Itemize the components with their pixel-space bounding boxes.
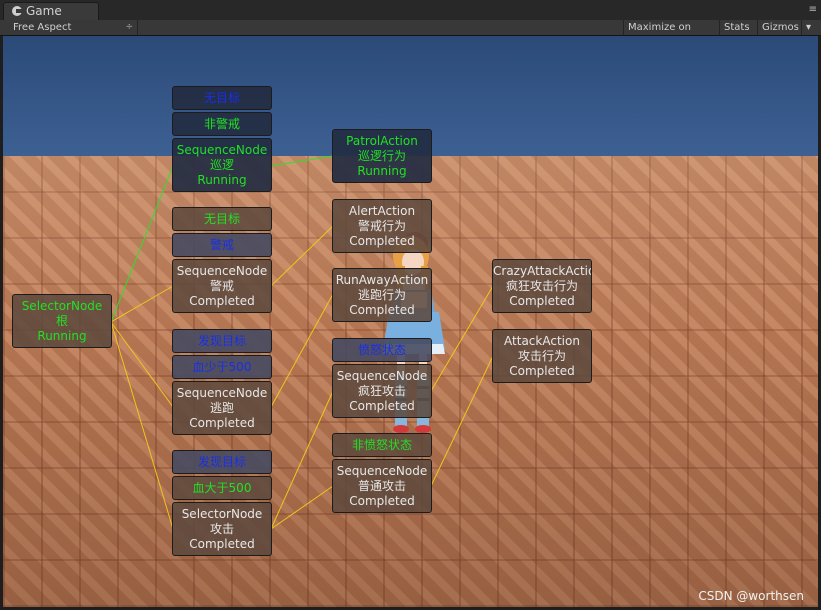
tree-node-cond-no-target-1: 无目标 [172, 86, 272, 110]
tab-menu-icon[interactable]: ≡ [809, 4, 817, 16]
link-root-patrol [110, 165, 174, 323]
link-root-attack [110, 321, 174, 530]
maximize-on-play-button[interactable]: Maximize on Play [623, 20, 719, 48]
node-line: 疯狂攻击 [357, 383, 406, 398]
node-line: 非警戒 [203, 116, 240, 131]
node-line: 血大于500 [192, 480, 252, 495]
node-line: 发现目标 [197, 333, 246, 348]
node-line: Completed [349, 398, 415, 413]
game-toolbar: Free Aspect ÷ Maximize on Play Stats Giz… [0, 20, 821, 48]
node-line: Completed [509, 363, 575, 378]
node-line: 疯狂攻击行为 [505, 278, 578, 293]
editor-tab-bar: Game ≡ [0, 0, 821, 20]
tree-node-seq-alert: SequenceNode 警戒 Completed [172, 259, 272, 313]
tree-node-seq-patrol: SequenceNode 巡逻 Running [172, 138, 272, 192]
gizmos-button[interactable]: Gizmos [757, 20, 801, 35]
node-line: 巡逻 [209, 157, 234, 172]
node-line: 根 [55, 313, 68, 328]
tree-node-cond-rage: 愤怒状态 [332, 338, 432, 362]
tree-node-act-attack: AttackAction 攻击行为 Completed [492, 329, 592, 383]
node-line: RunAwayAction [335, 272, 429, 287]
link-attack-crazy [270, 390, 334, 530]
unity-game-icon [12, 6, 22, 16]
node-line: SelectorNode [181, 506, 263, 521]
node-line: SequenceNode [336, 368, 428, 383]
tree-node-act-patrol: PatrolAction 巡逻行为 Running [332, 129, 432, 183]
node-line: Completed [189, 293, 255, 308]
node-line: SequenceNode [176, 263, 268, 278]
aspect-label: Free Aspect [13, 22, 72, 33]
node-line: 警戒 [209, 237, 234, 252]
tree-node-cond-alert: 警戒 [172, 233, 272, 257]
tree-node-cond-not-alert: 非警戒 [172, 112, 272, 136]
node-line: 警戒行为 [357, 218, 406, 233]
dropdown-arrow-icon: ÷ [125, 22, 133, 32]
node-line: 发现目标 [197, 454, 246, 469]
node-line: SequenceNode [176, 385, 268, 400]
node-line: 逃跑行为 [357, 287, 406, 302]
link-alert-action [270, 225, 334, 287]
tree-node-cond-hp-low: 血少于500 [172, 355, 272, 379]
node-line: Completed [349, 233, 415, 248]
tree-node-cond-found-2: 发现目标 [172, 450, 272, 474]
tree-node-seq-flee: SequenceNode 逃跑 Completed [172, 381, 272, 435]
node-line: 警戒 [209, 278, 234, 293]
tree-node-act-alert: AlertAction 警戒行为 Completed [332, 199, 432, 253]
link-root-flee [110, 321, 174, 408]
node-line: 巡逻行为 [357, 148, 406, 163]
node-line: Completed [189, 536, 255, 551]
node-line: 无目标 [203, 90, 240, 105]
link-root-alert [110, 285, 174, 323]
node-line: 非愤怒状态 [351, 437, 412, 452]
tree-node-cond-no-target-2: 无目标 [172, 207, 272, 231]
watermark: CSDN @worthsen [698, 589, 804, 603]
tab-game-label: Game [26, 4, 62, 18]
node-line: Completed [189, 415, 255, 430]
node-line: Completed [509, 293, 575, 308]
gizmos-dropdown-icon[interactable]: ▾ [801, 20, 817, 35]
node-line: Running [37, 328, 87, 343]
aspect-dropdown[interactable]: Free Aspect ÷ [4, 20, 138, 35]
node-line: 血少于500 [192, 359, 252, 374]
node-line: Completed [349, 493, 415, 508]
node-line: 逃跑 [209, 400, 234, 415]
node-line: CrazyAttackAction [493, 263, 592, 278]
tree-node-seq-crazy: SequenceNode 疯狂攻击 Completed [332, 364, 432, 418]
tree-node-act-crazy: CrazyAttackAction 疯狂攻击行为 Completed [492, 259, 592, 313]
stats-button[interactable]: Stats [719, 20, 757, 35]
tree-node-root: SelectorNode 根 Running [12, 294, 112, 348]
tab-game[interactable]: Game [3, 2, 99, 20]
node-line: 攻击行为 [517, 348, 566, 363]
node-line: AlertAction [348, 203, 416, 218]
node-line: Completed [349, 302, 415, 317]
node-line: PatrolAction [346, 133, 418, 148]
game-viewport[interactable]: SelectorNode 根 Running 无目标 非警戒 SequenceNode 巡逻… [3, 36, 818, 607]
node-line: 无目标 [203, 211, 240, 226]
node-line: SelectorNode [21, 298, 103, 313]
tree-node-sel-attack: SelectorNode 攻击 Completed [172, 502, 272, 556]
node-line: 愤怒状态 [357, 342, 406, 357]
tree-node-seq-normal: SequenceNode 普通攻击 Completed [332, 459, 432, 513]
link-flee-action [270, 293, 334, 408]
link-patrol-action [270, 155, 334, 167]
node-line: 攻击 [209, 521, 234, 536]
tree-node-cond-hp-high: 血大于500 [172, 476, 272, 500]
tree-node-cond-found-1: 发现目标 [172, 329, 272, 353]
node-line: SequenceNode [176, 142, 268, 157]
node-line: Running [197, 172, 247, 187]
node-line: 普通攻击 [357, 478, 406, 493]
node-line: Running [357, 163, 407, 178]
tree-node-act-runaway: RunAwayAction 逃跑行为 Completed [332, 268, 432, 322]
tree-node-cond-not-rage: 非愤怒状态 [332, 433, 432, 457]
node-line: AttackAction [504, 333, 580, 348]
node-line: SequenceNode [336, 463, 428, 478]
